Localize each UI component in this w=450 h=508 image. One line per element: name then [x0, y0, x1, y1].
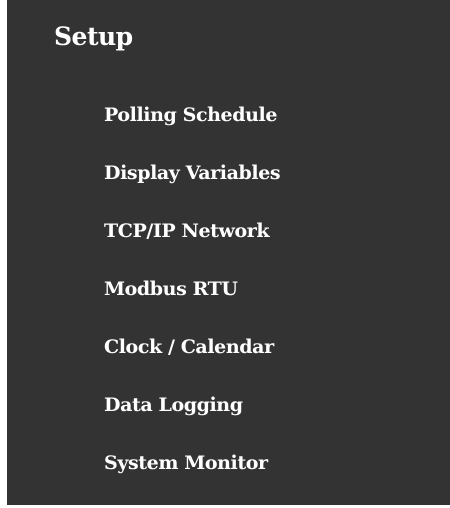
menu-item-tcp-ip-network[interactable]: TCP/IP Network: [104, 211, 280, 269]
menu-item-modbus-rtu[interactable]: Modbus RTU: [104, 269, 280, 327]
setup-menu-panel: Setup Polling Schedule Display Variables…: [7, 0, 450, 505]
setup-menu: Polling Schedule Display Variables TCP/I…: [104, 95, 281, 501]
menu-item-system-monitor[interactable]: System Monitor: [104, 443, 280, 501]
menu-item-data-logging[interactable]: Data Logging: [104, 385, 280, 443]
menu-item-polling-schedule[interactable]: Polling Schedule: [104, 95, 280, 153]
menu-item-clock-calendar[interactable]: Clock / Calendar: [104, 327, 280, 385]
setup-heading: Setup: [54, 22, 133, 51]
menu-item-display-variables[interactable]: Display Variables: [104, 153, 281, 211]
